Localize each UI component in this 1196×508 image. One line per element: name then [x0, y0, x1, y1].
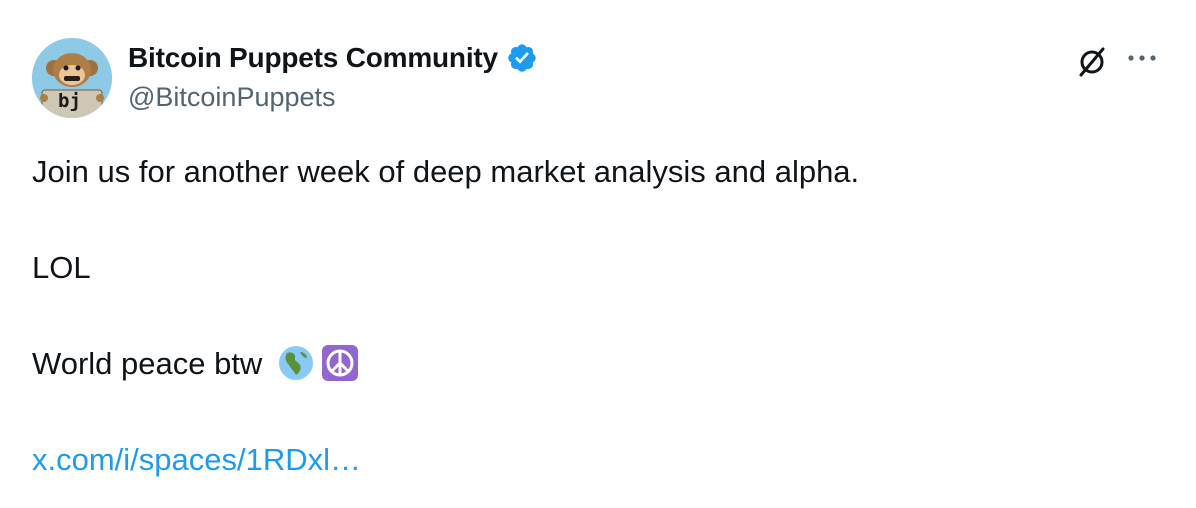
grok-icon [1079, 47, 1105, 77]
tweet-line-3-text: World peace btw [32, 346, 263, 381]
tweet-card: bj Bitcoin Puppets Community @BitcoinPup… [0, 0, 1196, 508]
tweet-text: Join us for another week of deep market … [32, 148, 1152, 484]
tweet-line-1: Join us for another week of deep market … [32, 154, 860, 189]
peace-symbol-emoji-icon [321, 344, 359, 382]
name-row: Bitcoin Puppets Community [128, 40, 538, 76]
tweet-line-3: World peace btw [32, 340, 1152, 388]
verified-badge-icon[interactable] [506, 42, 538, 74]
author-header: Bitcoin Puppets Community @BitcoinPuppet… [128, 40, 538, 113]
display-name[interactable]: Bitcoin Puppets Community [128, 42, 498, 74]
globe-emoji-icon [277, 344, 315, 382]
avatar[interactable]: bj [32, 38, 112, 118]
more-dots-icon [1128, 55, 1156, 61]
tweet-line-4: x.com/i/spaces/1RDxl… [32, 436, 1152, 484]
more-options-button[interactable] [1122, 42, 1162, 74]
grok-button[interactable] [1072, 42, 1112, 82]
tweet-line-2: LOL [32, 250, 91, 285]
author-handle[interactable]: @BitcoinPuppets [128, 82, 538, 113]
avatar-sign-text: bj [58, 90, 81, 112]
spaces-link[interactable]: x.com/i/spaces/1RDxl… [32, 442, 361, 477]
